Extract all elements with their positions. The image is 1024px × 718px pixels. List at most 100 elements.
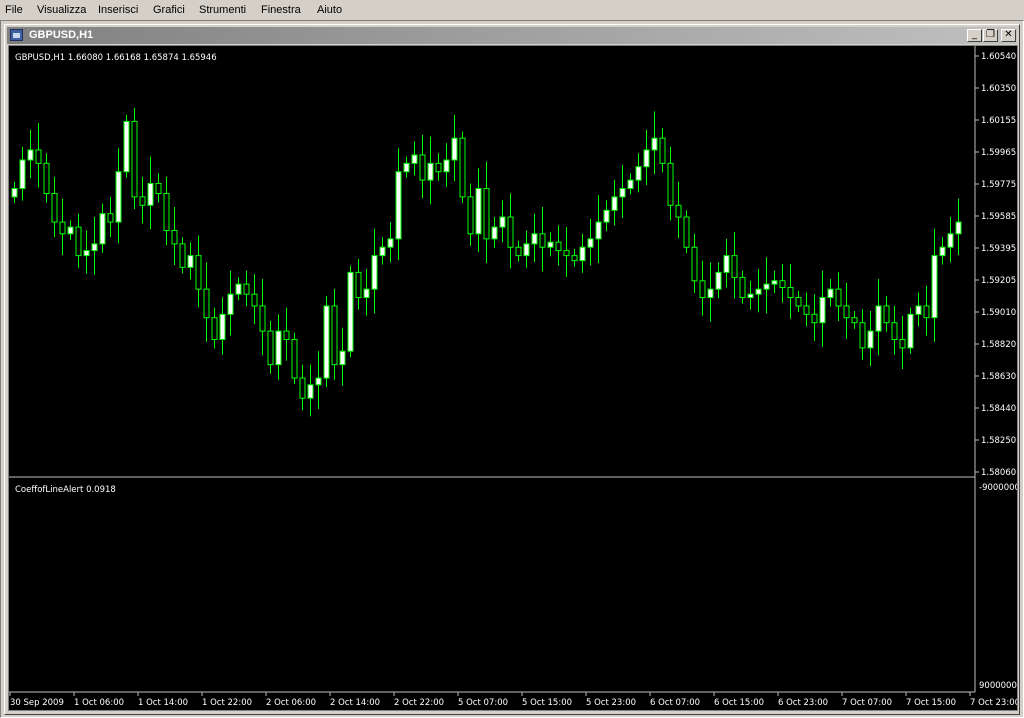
candle-body xyxy=(331,305,338,366)
chart-window-titlebar[interactable]: GBPUSD,H1 _ ❐ ✕ xyxy=(7,27,1017,44)
menu-bar: File Visualizza Inserisci Grafici Strume… xyxy=(0,0,1024,20)
candle-body xyxy=(427,162,434,181)
candle-body xyxy=(539,233,546,248)
time-tick-label: 7 Oct 07:00 xyxy=(842,698,892,708)
menu-aiuto[interactable]: Aiuto xyxy=(317,4,342,16)
time-tick-label: 1 Oct 14:00 xyxy=(138,698,188,708)
candle-body xyxy=(211,317,218,340)
candle-body xyxy=(675,204,682,218)
menu-strumenti[interactable]: Strumenti xyxy=(199,4,246,16)
menu-grafici[interactable]: Grafici xyxy=(153,4,185,16)
candle-body xyxy=(683,216,690,248)
candle-body xyxy=(859,322,866,349)
price-tick-label: 1.59395 xyxy=(981,244,1016,254)
candle-body xyxy=(939,246,946,257)
candle-body xyxy=(763,283,770,290)
candle-body xyxy=(563,250,570,257)
candle-body xyxy=(187,255,194,268)
price-tick-label: 1.59205 xyxy=(981,276,1016,286)
time-tick-label: 1 Oct 06:00 xyxy=(74,698,124,708)
candle-body xyxy=(379,246,386,257)
candle-body xyxy=(171,229,178,245)
time-tick-label: 7 Oct 15:00 xyxy=(906,698,956,708)
candle-body xyxy=(123,120,130,173)
time-tick-label: 7 Oct 23:00 xyxy=(970,698,1017,708)
candle-body xyxy=(291,338,298,379)
candle-body xyxy=(395,171,402,240)
candle-body xyxy=(107,213,114,223)
candle-body xyxy=(179,243,186,268)
candle-body xyxy=(819,297,826,324)
candle-body xyxy=(931,255,938,319)
candle-body xyxy=(883,305,890,324)
candle-body xyxy=(923,305,930,319)
candle-body xyxy=(355,271,362,299)
candle-body xyxy=(251,293,258,307)
candle-body xyxy=(467,196,474,235)
candle-body xyxy=(747,293,754,299)
candle-body xyxy=(899,338,906,349)
candle-body xyxy=(219,313,226,340)
candle-body xyxy=(579,246,586,262)
candle-body xyxy=(851,317,858,324)
menu-visualizza[interactable]: Visualizza xyxy=(37,4,86,16)
candle-body xyxy=(299,377,306,399)
price-tick-label: 1.59010 xyxy=(981,308,1016,318)
candle-body xyxy=(43,162,50,195)
candle-body xyxy=(403,162,410,173)
candle-body xyxy=(19,159,26,190)
chart-canvas[interactable]: GBPUSD,H1 1.66080 1.66168 1.65874 1.6594… xyxy=(8,45,1018,711)
close-button[interactable]: ✕ xyxy=(1001,29,1016,42)
candle-body xyxy=(243,283,250,295)
candle-body xyxy=(75,226,82,257)
candle-body xyxy=(475,188,482,235)
price-tick-label: 1.60155 xyxy=(981,116,1016,126)
price-tick-label: 1.59585 xyxy=(981,212,1016,222)
candle-body xyxy=(443,159,450,173)
candle-body xyxy=(387,238,394,248)
candle-body xyxy=(603,209,610,223)
candle-body xyxy=(699,280,706,299)
chart-window-icon xyxy=(10,29,23,41)
menu-file[interactable]: File xyxy=(5,4,23,16)
candle-body xyxy=(163,193,170,231)
candle-body xyxy=(955,221,962,235)
candle-body xyxy=(795,297,802,307)
candle-body xyxy=(771,280,778,285)
indicator-top-label: -9000000 xyxy=(979,483,1017,493)
candle-body xyxy=(27,149,34,161)
menu-inserisci[interactable]: Inserisci xyxy=(98,4,138,16)
candle-body xyxy=(515,246,522,257)
time-tick-label: 5 Oct 15:00 xyxy=(522,698,572,708)
candle-body xyxy=(491,226,498,240)
chart-window-title: GBPUSD,H1 xyxy=(29,29,94,41)
candle-body xyxy=(451,137,458,161)
candle-body xyxy=(835,288,842,307)
minimize-button[interactable]: _ xyxy=(967,29,982,42)
candle-body xyxy=(363,288,370,299)
price-tick-label: 1.58060 xyxy=(981,468,1016,478)
candle-body xyxy=(283,330,290,340)
price-tick-label: 1.60540 xyxy=(981,52,1016,62)
candle-body xyxy=(619,188,626,198)
time-tick-label: 2 Oct 22:00 xyxy=(394,698,444,708)
candle-body xyxy=(571,255,578,262)
candle-body xyxy=(707,288,714,299)
candle-body xyxy=(627,179,634,190)
menu-finestra[interactable]: Finestra xyxy=(261,4,301,16)
main-panel-header: GBPUSD,H1 1.66080 1.66168 1.65874 1.6594… xyxy=(15,53,217,63)
restore-button[interactable]: ❐ xyxy=(983,29,998,42)
candle-body xyxy=(715,271,722,290)
candle-body xyxy=(227,293,234,315)
candle-body xyxy=(843,305,850,319)
candle-body xyxy=(435,162,442,173)
candle-body xyxy=(667,162,674,206)
candle-body xyxy=(259,305,266,332)
candle-body xyxy=(587,238,594,248)
candle-body xyxy=(635,166,642,181)
candle-body xyxy=(83,250,90,257)
candle-body xyxy=(459,137,466,198)
candle-body xyxy=(35,149,42,164)
chart-svg: GBPUSD,H1 1.66080 1.66168 1.65874 1.6594… xyxy=(9,46,1017,708)
price-tick-label: 1.58630 xyxy=(981,372,1016,382)
